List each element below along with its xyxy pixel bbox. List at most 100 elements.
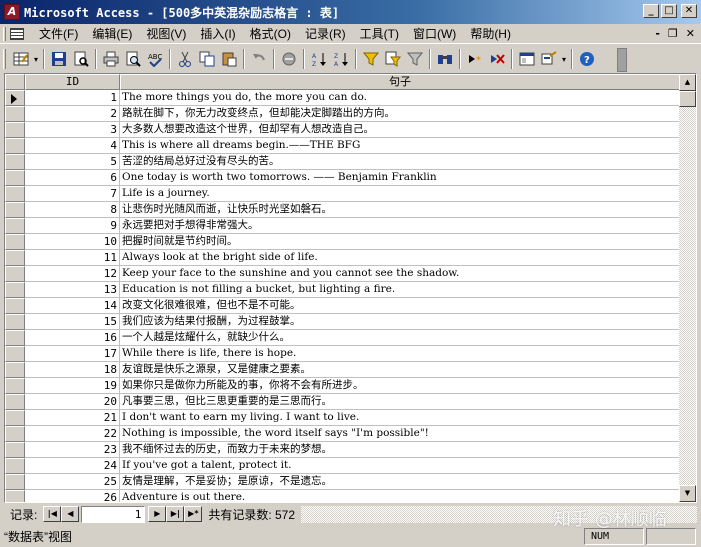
table-row[interactable]: 3 大多数人想要改造这个世界，但却罕有人想改造自己。: [5, 122, 680, 138]
table-row[interactable]: 18 友谊既是快乐之源泉，又是健康之要素。: [5, 362, 680, 378]
column-header-sentence[interactable]: 句子: [120, 74, 680, 90]
cell-id[interactable]: 21: [25, 410, 120, 426]
table-row[interactable]: 24 If you've got a talent, protect it.: [5, 458, 680, 474]
filter-by-form-icon[interactable]: [382, 48, 404, 70]
cell-sentence[interactable]: 让悲伤时光随风而逝，让快乐时光坚如磐石。: [120, 202, 680, 218]
table-row[interactable]: 7 Life is a journey.: [5, 186, 680, 202]
cell-sentence[interactable]: 我们应该为结果付报酬，为过程鼓掌。: [120, 314, 680, 330]
row-selector[interactable]: [5, 330, 25, 346]
cell-id[interactable]: 6: [25, 170, 120, 186]
row-selector[interactable]: [5, 442, 25, 458]
cell-id[interactable]: 25: [25, 474, 120, 490]
table-row[interactable]: 13 Education is not filling a bucket, but…: [5, 282, 680, 298]
spelling-icon[interactable]: ABC: [144, 48, 166, 70]
table-row[interactable]: 22 Nothing is impossible, the word itself…: [5, 426, 680, 442]
table-row[interactable]: 15 我们应该为结果付报酬，为过程鼓掌。: [5, 314, 680, 330]
row-selector[interactable]: [5, 186, 25, 202]
menu-format[interactable]: 格式(O): [243, 25, 298, 43]
cell-id[interactable]: 14: [25, 298, 120, 314]
toolbar-overflow-button[interactable]: [617, 48, 627, 72]
table-row[interactable]: 5 苦涩的结局总好过没有尽头的苦。: [5, 154, 680, 170]
file-search-icon[interactable]: [70, 48, 92, 70]
row-selector[interactable]: [5, 122, 25, 138]
cell-sentence[interactable]: 苦涩的结局总好过没有尽头的苦。: [120, 154, 680, 170]
previous-record-button[interactable]: ◀: [61, 506, 80, 522]
row-selector[interactable]: [5, 154, 25, 170]
menu-view[interactable]: 视图(V): [139, 25, 193, 43]
menu-tools[interactable]: 工具(T): [353, 25, 406, 43]
table-row[interactable]: 8 让悲伤时光随风而逝，让快乐时光坚如磐石。: [5, 202, 680, 218]
menu-window[interactable]: 窗口(W): [406, 25, 463, 43]
paste-icon[interactable]: [218, 48, 240, 70]
row-selector[interactable]: [5, 490, 25, 502]
select-all-corner[interactable]: [5, 74, 25, 90]
cell-sentence[interactable]: This is where all dreams begin.——THE BFG: [120, 138, 680, 154]
hyperlink-icon[interactable]: [278, 48, 300, 70]
row-selector[interactable]: [5, 394, 25, 410]
cell-sentence[interactable]: Education is not filling a bucket, but l…: [120, 282, 680, 298]
cell-sentence[interactable]: Life is a journey.: [120, 186, 680, 202]
close-button[interactable]: ✕: [681, 4, 697, 18]
print-preview-icon[interactable]: [122, 48, 144, 70]
cell-sentence[interactable]: Keep your face to the sunshine and you c…: [120, 266, 680, 282]
row-selector[interactable]: [5, 426, 25, 442]
cell-id[interactable]: 3: [25, 122, 120, 138]
cell-sentence[interactable]: 一个人越是炫耀什么，就缺少什么。: [120, 330, 680, 346]
cell-sentence[interactable]: 友谊既是快乐之源泉，又是健康之要素。: [120, 362, 680, 378]
vertical-scrollbar[interactable]: ▲ ▼: [679, 74, 696, 502]
new-record-nav-button[interactable]: ▶*: [184, 506, 203, 522]
cell-id[interactable]: 2: [25, 106, 120, 122]
row-selector[interactable]: [5, 234, 25, 250]
menu-edit[interactable]: 编辑(E): [85, 25, 139, 43]
cell-sentence[interactable]: 把握时间就是节约时间。: [120, 234, 680, 250]
cell-sentence[interactable]: Always look at the bright side of life.: [120, 250, 680, 266]
last-record-button[interactable]: ▶|: [166, 506, 185, 522]
table-row[interactable]: 25 友情是理解，不是妥协；是原谅，不是遗忘。: [5, 474, 680, 490]
cell-id[interactable]: 19: [25, 378, 120, 394]
table-row[interactable]: 11 Always look at the bright side of life…: [5, 250, 680, 266]
sort-ascending-icon[interactable]: AZ: [308, 48, 330, 70]
next-record-button[interactable]: ▶: [148, 506, 167, 522]
doc-close-button[interactable]: ✕: [686, 27, 695, 40]
cell-id[interactable]: 8: [25, 202, 120, 218]
table-row[interactable]: 6 One today is worth two tomorrows. —— Be…: [5, 170, 680, 186]
row-selector[interactable]: [5, 282, 25, 298]
row-selector[interactable]: [5, 106, 25, 122]
table-row[interactable]: 10 把握时间就是节约时间。: [5, 234, 680, 250]
cell-sentence[interactable]: 如果你只是做你力所能及的事，你将不会有所进步。: [120, 378, 680, 394]
table-row[interactable]: 14 改变文化很难很难，但也不是不可能。: [5, 298, 680, 314]
cell-sentence[interactable]: 凡事要三思，但比三思更重要的是三思而行。: [120, 394, 680, 410]
current-record-input[interactable]: 1: [81, 505, 146, 523]
datasheet-view-icon[interactable]: [10, 48, 32, 70]
save-icon[interactable]: [48, 48, 70, 70]
row-selector[interactable]: [5, 362, 25, 378]
cell-id[interactable]: 16: [25, 330, 120, 346]
row-selector[interactable]: [5, 458, 25, 474]
cell-id[interactable]: 4: [25, 138, 120, 154]
table-row[interactable]: 20 凡事要三思，但比三思更重要的是三思而行。: [5, 394, 680, 410]
cell-id[interactable]: 20: [25, 394, 120, 410]
table-row[interactable]: 26 Adventure is out there.: [5, 490, 680, 502]
table-row[interactable]: 23 我不缅怀过去的历史，而致力于未来的梦想。: [5, 442, 680, 458]
scroll-up-button[interactable]: ▲: [679, 74, 696, 91]
table-row[interactable]: 17 While there is life, there is hope.: [5, 346, 680, 362]
table-row[interactable]: 19 如果你只是做你力所能及的事，你将不会有所进步。: [5, 378, 680, 394]
scroll-thumb[interactable]: [679, 91, 696, 107]
filter-by-selection-icon[interactable]: [360, 48, 382, 70]
column-header-id[interactable]: ID: [25, 74, 120, 90]
new-record-icon[interactable]: *: [464, 48, 486, 70]
cell-id[interactable]: 11: [25, 250, 120, 266]
view-dropdown-icon[interactable]: ▾: [32, 55, 40, 64]
table-row[interactable]: 12 Keep your face to the sunshine and you…: [5, 266, 680, 282]
cell-id[interactable]: 7: [25, 186, 120, 202]
cell-id[interactable]: 1: [25, 90, 120, 106]
first-record-button[interactable]: |◀: [43, 506, 62, 522]
row-selector[interactable]: [5, 250, 25, 266]
menu-file[interactable]: 文件(F): [32, 25, 85, 43]
row-selector[interactable]: [5, 314, 25, 330]
scroll-down-button[interactable]: ▼: [679, 485, 696, 502]
cell-id[interactable]: 10: [25, 234, 120, 250]
cell-sentence[interactable]: If you've got a talent, protect it.: [120, 458, 680, 474]
cell-id[interactable]: 26: [25, 490, 120, 502]
cell-sentence[interactable]: 大多数人想要改造这个世界，但却罕有人想改造自己。: [120, 122, 680, 138]
